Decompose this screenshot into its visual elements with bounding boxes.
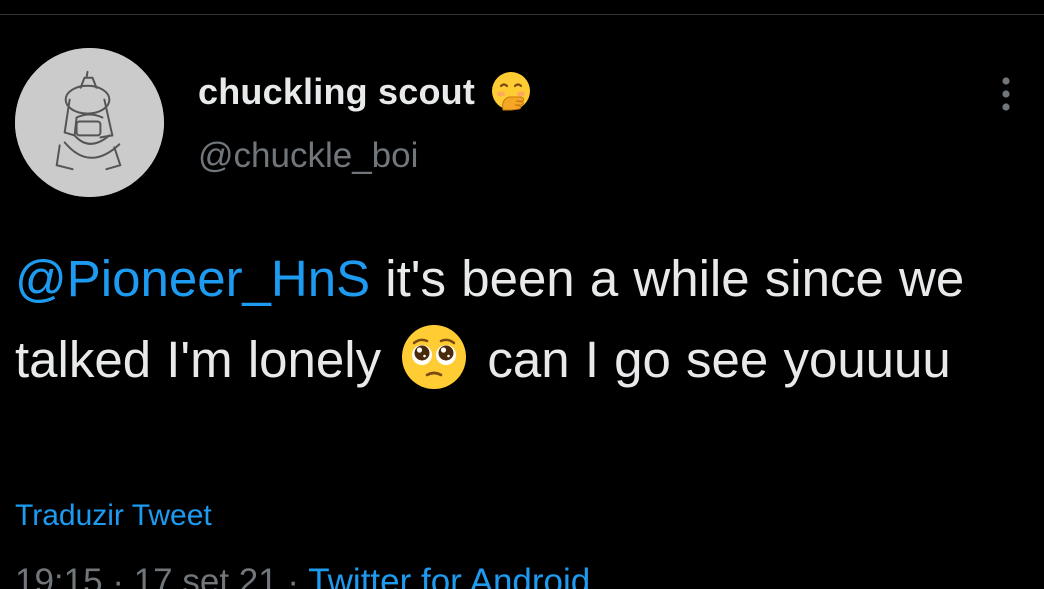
pleading-face-emoji-icon: [400, 323, 468, 391]
tweet-date[interactable]: 17 set 21: [134, 562, 278, 589]
face-with-hand-over-mouth-emoji-icon: [492, 72, 531, 111]
avatar-sketch-image: [15, 48, 164, 197]
tweet-meta: 19:15 · 17 set 21 · Twitter for Android: [15, 562, 590, 589]
top-divider: [0, 14, 1044, 15]
more-options-button[interactable]: [988, 74, 1024, 114]
author-handle[interactable]: @chuckle_boi: [198, 136, 418, 176]
meta-separator: ·: [102, 562, 134, 589]
tweet-time[interactable]: 19:15: [15, 562, 103, 589]
tweet-text: @Pioneer_HnS it's been a while since we …: [15, 238, 1035, 400]
mention-link[interactable]: @Pioneer_HnS: [15, 250, 370, 307]
tweet-text-part-2: can I go see youuuu: [472, 331, 951, 388]
avatar[interactable]: [15, 48, 164, 197]
more-vertical-icon: [1002, 77, 1010, 111]
tweet-source-link[interactable]: Twitter for Android: [308, 562, 590, 589]
meta-separator: ·: [277, 562, 309, 589]
tweet-container: chuckling scout @chuckle_boi @Pioneer_Hn…: [0, 0, 1044, 589]
translate-tweet-link[interactable]: Traduzir Tweet: [15, 499, 212, 533]
author-display-name[interactable]: chuckling scout: [198, 71, 475, 113]
author-name-row[interactable]: chuckling scout: [198, 68, 533, 116]
